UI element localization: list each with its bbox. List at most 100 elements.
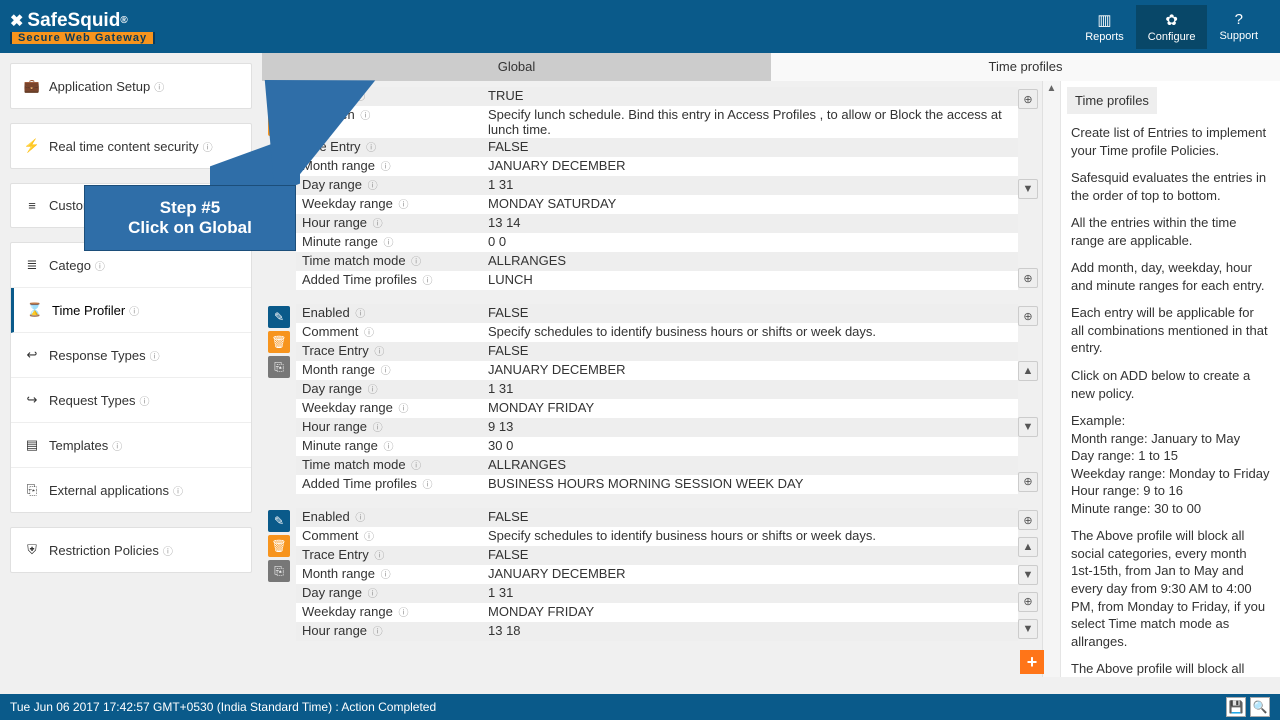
row-label: Day range ⓘ bbox=[296, 584, 482, 603]
entry-row: Added Time profiles ⓘBUSINESS HOURS MORN… bbox=[296, 475, 1018, 494]
entry-row: Trace Entry ⓘFALSE bbox=[296, 342, 1018, 361]
search-icon[interactable]: 🔍 bbox=[1250, 697, 1270, 717]
nav-reports[interactable]: ▥Reports bbox=[1073, 5, 1136, 49]
row-value: JANUARY DECEMBER bbox=[482, 361, 1018, 380]
entry-row: Added Time profiles ⓘLUNCH bbox=[296, 271, 1018, 290]
tabs: GlobalTime profiles bbox=[262, 53, 1280, 81]
row-label: Month range ⓘ bbox=[296, 361, 482, 380]
add-button[interactable]: + bbox=[1020, 650, 1044, 674]
entry-row: Day range ⓘ1 31 bbox=[296, 584, 1018, 603]
row-label: Trace Entry ⓘ bbox=[296, 342, 482, 361]
row-value: 30 0 bbox=[482, 437, 1018, 456]
reorder-button[interactable]: ▲ bbox=[1018, 537, 1038, 557]
tab-time-profiles[interactable]: Time profiles bbox=[771, 53, 1280, 81]
copy-button[interactable]: ⎘ bbox=[268, 356, 290, 378]
reorder-button[interactable]: ▼ bbox=[1018, 417, 1038, 437]
copy-button[interactable]: ⎘ bbox=[268, 560, 290, 582]
info-icon: ⓘ bbox=[150, 348, 160, 363]
save-icon[interactable]: 💾 bbox=[1226, 697, 1246, 717]
reorder-button[interactable]: ⊕ bbox=[1018, 510, 1038, 530]
menu-icon: ↪ bbox=[23, 392, 41, 408]
menu-icon: ⌛ bbox=[26, 302, 44, 318]
sidebar-item-external-applications[interactable]: ⎘External applicationsⓘ bbox=[11, 468, 251, 512]
info-icon: ⓘ bbox=[384, 442, 394, 453]
entry-row: Enabled ⓘTRUE bbox=[296, 87, 1018, 106]
sidebar-item-templates[interactable]: ▤Templatesⓘ bbox=[11, 423, 251, 468]
row-label: Enabled ⓘ bbox=[296, 508, 482, 527]
entry-row: ...ce Entry ⓘFALSE bbox=[296, 138, 1018, 157]
sidebar-item-label: Restriction Policies bbox=[49, 543, 159, 558]
entry-row: Time match mode ⓘALLRANGES bbox=[296, 456, 1018, 475]
row-value: JANUARY DECEMBER bbox=[482, 157, 1018, 176]
edit-button[interactable]: ✎ bbox=[268, 510, 290, 532]
configure-icon: ✿ bbox=[1148, 11, 1196, 29]
sidebar-item-response-types[interactable]: ↩Response Typesⓘ bbox=[11, 333, 251, 378]
brand-reg: ® bbox=[120, 15, 127, 26]
help-paragraph: The Above profile will block all social … bbox=[1071, 660, 1270, 677]
reorder-button[interactable]: ▲ bbox=[1018, 361, 1038, 381]
info-icon: ⓘ bbox=[203, 139, 213, 154]
sidebar-item-time-profiler[interactable]: ⌛ Time Profiler ⓘ bbox=[11, 288, 251, 333]
sidebar-item-real-time-content-security[interactable]: ⚡Real time content securityⓘ bbox=[11, 124, 251, 168]
info-icon: ⓘ bbox=[129, 303, 139, 318]
menu-icon: ⛨ bbox=[23, 542, 41, 558]
info-icon: ⓘ bbox=[163, 543, 173, 558]
callout-line2: Click on Global bbox=[95, 218, 285, 238]
row-label: Minute range ⓘ bbox=[296, 437, 482, 456]
reorder-button[interactable]: ⊕ bbox=[1018, 592, 1038, 612]
entry-row: Day range ⓘ1 31 bbox=[296, 380, 1018, 399]
help-paragraph: All the entries within the time range ar… bbox=[1071, 214, 1270, 249]
info-icon: ⓘ bbox=[381, 570, 391, 581]
entry-row: Hour range ⓘ13 14 bbox=[296, 214, 1018, 233]
sidebar-item-request-types[interactable]: ↪Request Typesⓘ bbox=[11, 378, 251, 423]
reorder-button[interactable]: ▼ bbox=[1018, 179, 1038, 199]
delete-button[interactable]: 🗑 bbox=[268, 331, 290, 353]
entry-row: Minute range ⓘ30 0 bbox=[296, 437, 1018, 456]
menu-icon: ≣ bbox=[23, 257, 41, 273]
row-label: Hour range ⓘ bbox=[296, 418, 482, 437]
sidebar: 💼Application Setupⓘ⚡Real time content se… bbox=[0, 53, 262, 677]
delete-button[interactable]: 🗑 bbox=[268, 535, 290, 557]
nav-support[interactable]: ?Support bbox=[1207, 5, 1270, 49]
row-value: FALSE bbox=[482, 546, 1018, 565]
info-icon: ⓘ bbox=[374, 347, 384, 358]
sidebar-item-label: External applications bbox=[49, 483, 169, 498]
edit-button[interactable]: ✎ bbox=[268, 306, 290, 328]
help-paragraph: The Above profile will block all social … bbox=[1071, 527, 1270, 650]
row-label: Hour range ⓘ bbox=[296, 214, 482, 233]
sidebar-item-label: Real time content security bbox=[49, 139, 199, 154]
row-value: JANUARY DECEMBER bbox=[482, 565, 1018, 584]
nav-configure[interactable]: ✿Configure bbox=[1136, 5, 1208, 49]
help-paragraph: Create list of Entries to implement your… bbox=[1071, 124, 1270, 159]
entry-row: Enabled ⓘFALSE bbox=[296, 304, 1018, 323]
entry-row: Enabled ⓘFALSE bbox=[296, 508, 1018, 527]
row-label: Minute range ⓘ bbox=[296, 233, 482, 252]
row-value: 9 13 bbox=[482, 418, 1018, 437]
sidebar-item-label: Application Setup bbox=[49, 79, 150, 94]
row-label: Hour range ⓘ bbox=[296, 622, 482, 641]
entry-row: Trace Entry ⓘFALSE bbox=[296, 546, 1018, 565]
reorder-button[interactable]: ⊕ bbox=[1018, 472, 1038, 492]
row-value: BUSINESS HOURS MORNING SESSION WEEK DAY bbox=[482, 475, 1018, 494]
scrollbar[interactable]: ▲ bbox=[1042, 81, 1060, 677]
scroll-up-icon[interactable]: ▲ bbox=[1043, 81, 1060, 96]
sidebar-item-restriction-policies[interactable]: ⛨ Restriction Policies ⓘ bbox=[11, 528, 251, 572]
info-icon: ⓘ bbox=[368, 385, 378, 396]
reorder-button[interactable]: ▼ bbox=[1018, 565, 1038, 585]
reorder-button[interactable]: ▼ bbox=[1018, 619, 1038, 639]
reorder-button[interactable]: ⊕ bbox=[1018, 89, 1038, 109]
info-icon: ⓘ bbox=[373, 423, 383, 434]
sidebar-item-label: Time Profiler bbox=[52, 303, 125, 318]
callout-line1: Step #5 bbox=[95, 198, 285, 218]
sidebar-item-application-setup[interactable]: 💼Application Setupⓘ bbox=[11, 64, 251, 108]
row-label: Comment ⓘ bbox=[296, 323, 482, 342]
info-icon: ⓘ bbox=[355, 309, 365, 320]
menu-icon: ↩ bbox=[23, 347, 41, 363]
row-label: Day range ⓘ bbox=[296, 380, 482, 399]
reorder-button[interactable]: ⊕ bbox=[1018, 306, 1038, 326]
info-icon: ⓘ bbox=[364, 328, 374, 339]
brand-tagline: Secure Web Gateway bbox=[10, 32, 155, 44]
reorder-button[interactable]: ⊕ bbox=[1018, 268, 1038, 288]
info-icon: ⓘ bbox=[173, 483, 183, 498]
row-label: Weekday range ⓘ bbox=[296, 399, 482, 418]
